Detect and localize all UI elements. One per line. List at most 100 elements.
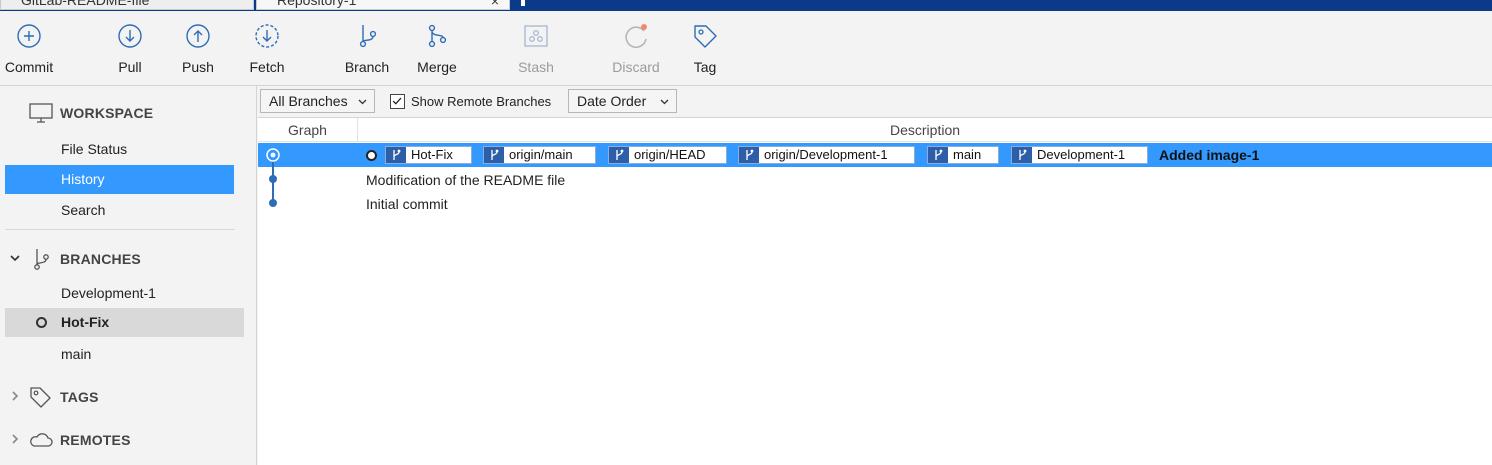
current-branch-icon — [36, 317, 47, 328]
sidebar-section-tags[interactable]: TAGS — [0, 381, 257, 411]
branch-filter-value: All Branches — [269, 93, 348, 109]
checkmark-icon — [392, 97, 402, 105]
close-tab-icon[interactable]: × — [491, 0, 499, 8]
sidebar-section-workspace[interactable]: WORKSPACE — [0, 97, 257, 127]
ref-badge[interactable]: origin/main — [483, 146, 596, 164]
branch-button[interactable]: Branch — [337, 11, 397, 86]
sidebar-divider — [5, 229, 235, 230]
branch-filter-select[interactable]: All Branches — [260, 89, 375, 113]
graph-node — [269, 175, 277, 183]
history-panel: All Branches Show Remote Branches Date O… — [258, 86, 1492, 465]
chevron-down-icon — [10, 255, 20, 262]
show-remote-branches-checkbox[interactable] — [390, 94, 405, 109]
merge-label: Merge — [417, 59, 457, 75]
commit-message: Modification of the README file — [366, 172, 566, 188]
sidebar-section-branches[interactable]: BRANCHES — [0, 243, 257, 273]
sidebar-item-history[interactable]: History — [5, 165, 234, 194]
sidebar-section-remotes[interactable]: REMOTES — [0, 424, 257, 454]
pull-label: Pull — [118, 59, 142, 75]
head-marker-icon — [366, 150, 377, 161]
ref-badge[interactable]: main — [927, 146, 999, 164]
commit-graph — [266, 148, 280, 207]
tab-repository-1[interactable]: Repository-1 × — [256, 0, 510, 10]
graph-node-head-center — [270, 152, 276, 158]
discard-button[interactable]: Discard — [606, 11, 666, 86]
plus-circle-icon — [17, 24, 41, 48]
branch-icon — [928, 147, 948, 163]
branch-icon — [386, 147, 406, 163]
commit-label: Commit — [4, 59, 54, 75]
merge-button[interactable]: Merge — [407, 11, 467, 86]
monitor-icon — [29, 103, 53, 123]
commit-row[interactable]: Hot-Fix origin/main origin/HEAD origin/D… — [258, 143, 1492, 167]
graph-column-header[interactable]: Graph — [258, 118, 358, 142]
show-remote-branches-label: Show Remote Branches — [411, 94, 552, 109]
tags-title: TAGS — [60, 389, 99, 405]
toolbar: Commit Pull Push Fetch Branch Merge Stas… — [0, 11, 1492, 86]
description-column-header[interactable]: Description — [358, 118, 1492, 142]
arrow-down-circle-icon — [118, 24, 142, 48]
discard-label: Discard — [612, 59, 660, 75]
stash-label: Stash — [518, 59, 554, 75]
stash-icon — [524, 25, 548, 47]
order-select[interactable]: Date Order — [568, 89, 677, 113]
sidebar-item-file-status[interactable]: File Status — [5, 135, 234, 164]
sidebar-item-label: Development-1 — [61, 285, 156, 301]
commit-button[interactable]: Commit — [0, 11, 58, 86]
sidebar-item-label: Hot-Fix — [61, 314, 110, 330]
commit-row[interactable]: Initial commit — [258, 192, 1492, 216]
branch-icon — [739, 147, 759, 163]
sidebar: WORKSPACE File Status History Search BRA… — [0, 86, 257, 465]
branch-icon — [359, 25, 377, 48]
sidebar-item-label: History — [61, 171, 105, 187]
ref-badge[interactable]: origin/HEAD — [608, 146, 727, 164]
merge-icon — [428, 24, 447, 48]
sidebar-item-label: File Status — [61, 141, 128, 157]
workspace-title: WORKSPACE — [60, 105, 154, 121]
ref-badge[interactable]: Development-1 — [1011, 146, 1148, 164]
branch-icon — [484, 147, 504, 163]
sidebar-item-main[interactable]: main — [5, 340, 234, 369]
tab-strip: GitLab-README-file Repository-1 × — [0, 0, 1492, 11]
order-value: Date Order — [577, 93, 647, 109]
sidebar-item-label: Search — [61, 202, 106, 218]
stash-button[interactable]: Stash — [506, 11, 566, 86]
push-button[interactable]: Push — [168, 11, 228, 86]
ref-label: Development-1 — [1037, 147, 1126, 162]
branches-title: BRANCHES — [60, 251, 141, 267]
chevron-right-icon — [12, 391, 19, 401]
ref-label: main — [953, 147, 982, 162]
tag-label: Tag — [693, 59, 717, 75]
sidebar-item-search[interactable]: Search — [5, 196, 234, 225]
sidebar-item-hot-fix[interactable]: Hot-Fix — [5, 308, 244, 337]
column-header: Graph Description — [258, 118, 1492, 142]
sidebar-item-development-1[interactable]: Development-1 — [5, 279, 234, 308]
discard-icon — [625, 24, 647, 48]
chevron-down-icon — [660, 99, 669, 105]
dashed-arrow-down-circle-icon — [255, 24, 279, 48]
ref-badge[interactable]: Hot-Fix — [385, 146, 472, 164]
fetch-label: Fetch — [249, 59, 285, 75]
branch-label: Branch — [344, 59, 390, 75]
filter-bar: All Branches Show Remote Branches Date O… — [258, 86, 1492, 118]
ref-badge[interactable]: origin/Development-1 — [738, 146, 915, 164]
tag-icon — [30, 387, 51, 408]
commit-row[interactable]: Modification of the README file — [258, 168, 1492, 192]
chevron-right-icon — [12, 434, 19, 444]
tab-label: GitLab-README-file — [21, 0, 150, 8]
commit-message: Added image-1 — [1159, 147, 1260, 163]
pull-button[interactable]: Pull — [100, 11, 160, 86]
arrow-up-circle-icon — [186, 24, 210, 48]
branch-icon — [609, 147, 629, 163]
fetch-button[interactable]: Fetch — [237, 11, 297, 86]
tab-label: Repository-1 — [277, 0, 357, 8]
push-label: Push — [182, 59, 214, 75]
tag-icon — [694, 25, 717, 48]
tab-strip-marker — [521, 0, 525, 6]
tab-gitlab-readme[interactable]: GitLab-README-file — [0, 0, 254, 10]
ref-label: origin/HEAD — [634, 147, 706, 162]
commit-message: Initial commit — [366, 196, 448, 212]
ref-label: origin/main — [509, 147, 573, 162]
cloud-icon — [30, 433, 53, 447]
tag-button[interactable]: Tag — [680, 11, 730, 86]
